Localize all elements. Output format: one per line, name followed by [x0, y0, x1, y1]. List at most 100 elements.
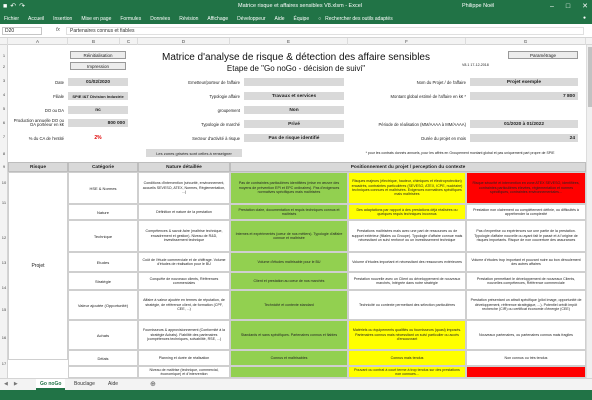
tab-insertion[interactable]: Insertion — [53, 16, 72, 22]
tab-accueil[interactable]: Accueil — [28, 16, 44, 22]
montant-field[interactable]: 7 800 — [470, 92, 578, 100]
red-option[interactable]: Risque sécurité et intervention en zone … — [466, 172, 586, 204]
settings-button[interactable]: Paramétrage — [508, 51, 578, 59]
redo-icon[interactable]: ↷ — [19, 2, 25, 11]
red-option[interactable]: Pas d'expertise ou expériences sur une p… — [466, 220, 586, 252]
tell-me-search[interactable]: Rechercher des outils adaptés — [325, 16, 393, 22]
tab-affichage[interactable]: Affichage — [207, 16, 228, 22]
nature-cell[interactable]: Conquête de nouveaux clients, Références… — [138, 272, 230, 290]
do-field[interactable]: nc — [68, 106, 128, 114]
green-option[interactable]: Volume d'études maîtrisable pour le BU — [230, 252, 348, 272]
red-option[interactable]: Nouveaux partenaires, ou partenaires con… — [466, 320, 586, 350]
yellow-option[interactable]: Technicité ou contexte permettant des sé… — [348, 290, 466, 320]
scroll-thumb[interactable] — [588, 47, 592, 107]
chevron-right-icon[interactable]: ▶ — [14, 381, 18, 387]
duree-field[interactable]: 24 — [470, 134, 578, 142]
tab-aide[interactable]: Aide — [275, 16, 285, 22]
fx-icon[interactable]: fx — [56, 27, 60, 33]
column-header[interactable]: E — [230, 38, 348, 45]
tab-fichier[interactable]: Fichier — [4, 16, 19, 22]
yellow-option[interactable]: Des adaptations par rapport à des presta… — [348, 204, 466, 220]
red-option[interactable]: Non connus ou très tendus — [466, 350, 586, 366]
sheet-tab-go-nogo[interactable]: Go noGo — [36, 379, 66, 390]
green-option[interactable]: Connus et maîtrisables — [230, 350, 348, 366]
red-option[interactable]: Volume d'études trop important et pouvan… — [466, 252, 586, 272]
save-icon[interactable]: ■ — [3, 2, 7, 11]
nature-cell[interactable]: Compétences & savoir-faire (maîtrise tec… — [138, 220, 230, 252]
secteur-field[interactable]: Pas de risque identifié — [244, 134, 344, 142]
green-option[interactable]: Internes et expérimentés (cœur de nos mé… — [230, 220, 348, 252]
row-header[interactable]: 5 — [0, 106, 8, 111]
nature-cell[interactable]: Définition et nature de la prestation — [138, 204, 230, 220]
undo-icon[interactable]: ↶ — [10, 2, 16, 11]
minimize-icon[interactable]: – — [550, 2, 554, 11]
select-all-corner[interactable] — [0, 38, 8, 45]
row-header[interactable]: 14 — [0, 285, 8, 290]
row-header[interactable]: 13 — [0, 260, 8, 265]
row-header[interactable]: 16 — [0, 335, 8, 340]
column-header[interactable]: B — [68, 38, 120, 45]
row-header[interactable]: 2 — [0, 64, 8, 69]
yellow-option[interactable]: Prestation nouvelle avec un Client ou dé… — [348, 272, 466, 290]
red-option[interactable]: Prestation présentant un attrait spécifi… — [466, 290, 586, 320]
tab-donnees[interactable]: Données — [150, 16, 170, 22]
row-header[interactable]: 17 — [0, 361, 8, 366]
periode-field[interactable]: 01/2020 à 01/2022 — [470, 120, 578, 128]
row-header[interactable]: 8 — [0, 151, 8, 156]
reinit-button[interactable]: Réinitialisation — [70, 51, 126, 59]
yellow-option[interactable]: Matériels ou équipements qualifiés ou fo… — [348, 320, 466, 350]
column-header[interactable]: A — [8, 38, 68, 45]
nom-projet-field[interactable]: Projet exemple — [470, 78, 578, 86]
row-header[interactable]: 10 — [0, 180, 8, 185]
yellow-option[interactable]: Connus mais tendus — [348, 350, 466, 366]
date-field[interactable]: 01/02/2020 — [68, 78, 128, 86]
nature-cell[interactable]: Niveau de maîtrise (technique, commercia… — [138, 366, 230, 378]
sheet-tab-bouclage[interactable]: Bouclage — [70, 379, 99, 390]
emetteur-field[interactable] — [244, 78, 344, 86]
chevron-left-icon[interactable]: ◀ — [4, 381, 8, 387]
nature-cell[interactable]: Fournisseurs & approvisionnement (Confor… — [138, 320, 230, 350]
formula-input[interactable]: Partenaires connus et fiables — [66, 27, 584, 35]
maximize-icon[interactable]: □ — [566, 2, 570, 11]
yellow-option[interactable]: Volume d'études important et nécessitant… — [348, 252, 466, 272]
typologie-field[interactable]: Travaux et services — [244, 92, 344, 100]
nature-cell[interactable]: Affaire à valeur ajoutée en termes de ré… — [138, 290, 230, 320]
row-header[interactable]: 12 — [0, 235, 8, 240]
tab-developpeur[interactable]: Développeur — [237, 16, 265, 22]
green-option[interactable]: Standards et sans spécifiques. Partenair… — [230, 320, 348, 350]
vertical-scrollbar[interactable] — [586, 45, 592, 378]
groupement-field[interactable]: Non — [244, 106, 344, 114]
yellow-option[interactable]: Risques majeurs (électrique, hauteur, ch… — [348, 172, 466, 204]
green-option[interactable] — [230, 366, 348, 378]
sheet-tab-aide[interactable]: Aide — [104, 379, 122, 390]
yellow-option[interactable]: Prestations maîtrisées mais avec une par… — [348, 220, 466, 252]
green-option[interactable]: Pas de contraintes particulières identif… — [230, 172, 348, 204]
row-header[interactable]: 7 — [0, 134, 8, 139]
nature-cell[interactable]: Coût de l'étude commerciale et de chiffr… — [138, 252, 230, 272]
red-option[interactable] — [466, 366, 586, 378]
production-field[interactable]: 800 000 — [68, 119, 128, 127]
tab-equipe[interactable]: Équipe — [294, 16, 310, 22]
nature-cell[interactable]: Conditions d'intervention (sécurité, env… — [138, 172, 230, 204]
name-box[interactable]: D20 — [2, 27, 42, 35]
red-option[interactable]: Prestation permettant le développement d… — [466, 272, 586, 290]
row-header[interactable]: 4 — [0, 92, 8, 97]
row-header[interactable]: 9 — [0, 164, 8, 169]
row-header[interactable]: 15 — [0, 307, 8, 312]
green-option[interactable]: Client et prestation au cœur de nos marc… — [230, 272, 348, 290]
tab-revision[interactable]: Révision — [179, 16, 198, 22]
green-option[interactable]: Technicité et contexte standard — [230, 290, 348, 320]
row-header[interactable]: 3 — [0, 78, 8, 83]
green-option[interactable]: Prestation claire, documentation et requ… — [230, 204, 348, 220]
column-header[interactable]: D — [138, 38, 230, 45]
close-icon[interactable]: ✕ — [582, 2, 588, 11]
filiale-field[interactable]: SPIE I&T Division Industrie — [68, 92, 128, 100]
tab-mise-en-page[interactable]: Mise en page — [81, 16, 111, 22]
row-header[interactable]: 11 — [0, 200, 8, 205]
nature-cell[interactable]: Planning et durée de réalisation — [138, 350, 230, 366]
share-icon[interactable]: ● — [583, 15, 586, 21]
column-header[interactable]: G — [466, 38, 586, 45]
column-header[interactable]: C — [120, 38, 138, 45]
tab-formules[interactable]: Formules — [120, 16, 141, 22]
row-header[interactable]: 1 — [0, 53, 8, 58]
